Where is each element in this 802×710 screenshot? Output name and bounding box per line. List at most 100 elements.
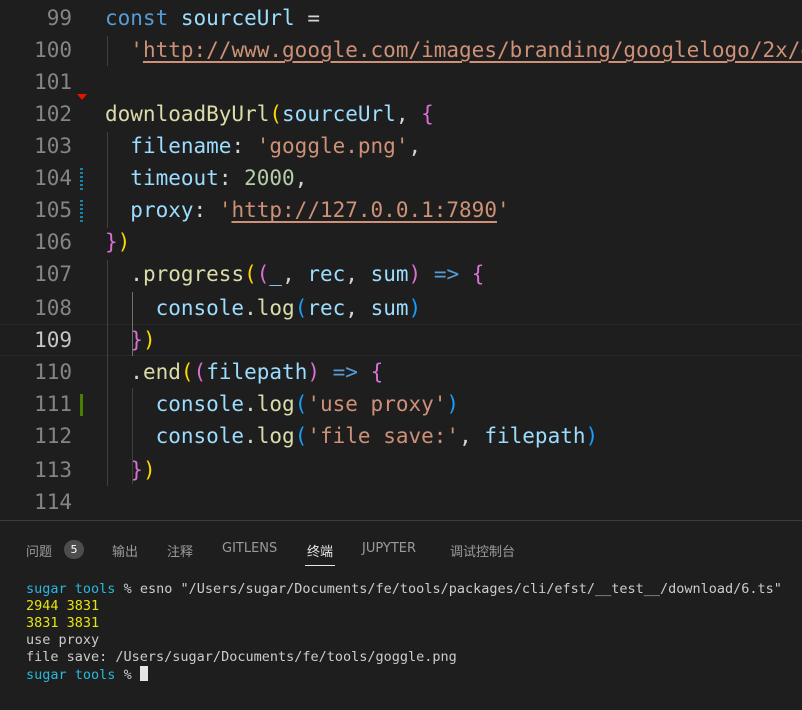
git-modified-indicator[interactable] xyxy=(80,200,83,222)
code-line[interactable]: 104 timeout: 2000, xyxy=(0,162,802,194)
code-token: ( xyxy=(180,360,194,384)
code-token: ) xyxy=(408,296,422,320)
line-number: 105 xyxy=(34,198,72,222)
code-token: sum xyxy=(370,262,409,286)
code-editor[interactable]: 99 const sourceUrl = 100 'http://www.googl… xyxy=(0,0,802,520)
tab-jupyter[interactable]: JUPYTER xyxy=(362,541,416,556)
line-number: 103 xyxy=(34,134,72,158)
tab-debug-console[interactable]: 调试控制台 xyxy=(450,541,515,560)
indent-guide-active xyxy=(132,292,133,356)
code-token: : xyxy=(218,166,245,190)
code-line[interactable]: 113 }) xyxy=(0,454,802,486)
code-line[interactable]: 111 console.log('use proxy') xyxy=(0,388,802,420)
code-token: sourceUrl xyxy=(282,102,396,126)
problems-count-badge: 5 xyxy=(64,540,84,559)
code-token: ) xyxy=(142,458,156,482)
line-number: 114 xyxy=(34,490,72,514)
code-text: }) xyxy=(105,454,156,486)
code-token: ) xyxy=(142,328,156,352)
code-token: rec xyxy=(307,296,346,320)
terminal-output-line: use proxy xyxy=(26,632,100,648)
code-line[interactable]: 101 xyxy=(0,66,802,98)
code-text: console.log(rec, sum) xyxy=(105,292,422,324)
code-token: downloadByUrl xyxy=(105,102,270,126)
line-number: 100 xyxy=(34,38,72,62)
code-token: filepath xyxy=(484,424,586,448)
indent-guide xyxy=(107,36,108,66)
indent-guide xyxy=(107,260,108,486)
code-token: { xyxy=(421,102,434,126)
code-line[interactable]: 102 downloadByUrl(sourceUrl, { xyxy=(0,98,802,130)
code-token: sourceUrl xyxy=(180,6,295,30)
code-token: ) xyxy=(307,360,320,384)
code-token: , xyxy=(408,134,422,158)
code-token: , xyxy=(282,262,308,286)
indent-guide xyxy=(132,388,133,484)
terminal-output[interactable]: sugar tools % esno "/Users/sugar/Documen… xyxy=(26,581,782,684)
code-token: sum xyxy=(370,296,409,320)
code-line[interactable]: 107 .progress((_, rec, sum) => { xyxy=(0,258,802,290)
code-line[interactable]: 110 .end((filepath) => { xyxy=(0,356,802,388)
line-number: 101 xyxy=(34,70,72,94)
code-text: console.log('use proxy') xyxy=(105,388,460,420)
git-modified-indicator[interactable] xyxy=(80,168,83,190)
code-token: ( xyxy=(193,360,207,384)
code-line[interactable]: 105 proxy: 'http://127.0.0.1:7890' xyxy=(0,194,802,226)
code-token: progress xyxy=(142,262,245,286)
code-text: proxy: 'http://127.0.0.1:7890' xyxy=(105,194,509,226)
code-text: filename: 'goggle.png', xyxy=(105,130,421,162)
panel-tabs: 问题 5 输出 注释 GITLENS 终端 JUPYTER 调试控制台 xyxy=(0,521,802,575)
line-number: 111 xyxy=(34,392,72,416)
code-token: . xyxy=(244,296,257,320)
line-number: 110 xyxy=(34,360,72,384)
code-text: downloadByUrl(sourceUrl, { xyxy=(105,98,434,130)
terminal-prompt-line[interactable]: sugar tools % xyxy=(26,666,782,684)
line-number: 112 xyxy=(34,424,72,448)
code-token: : xyxy=(231,134,257,158)
code-token: filename xyxy=(130,134,232,158)
git-added-indicator[interactable] xyxy=(80,394,83,416)
terminal-command: esno "/Users/sugar/Documents/fe/tools/pa… xyxy=(139,581,782,597)
tab-terminal[interactable]: 终端 xyxy=(307,541,333,560)
code-line[interactable]: 114 xyxy=(0,486,802,518)
code-token: console xyxy=(155,392,245,416)
code-line[interactable]: 103 filename: 'goggle.png', xyxy=(0,130,802,162)
tab-comments[interactable]: 注释 xyxy=(167,541,193,560)
code-line[interactable]: 106}) xyxy=(0,226,802,258)
code-token: log xyxy=(256,296,295,320)
line-number: 99 xyxy=(46,6,72,30)
code-token: log xyxy=(256,392,295,416)
code-token: proxy xyxy=(130,198,194,222)
code-line[interactable]: 100 'http://www.google.com/images/brandi… xyxy=(0,34,802,66)
code-line[interactable]: 112 console.log('file save:', filepath) xyxy=(0,420,802,452)
bottom-panel: 问题 5 输出 注释 GITLENS 终端 JUPYTER 调试控制台 suga… xyxy=(0,520,802,710)
code-token: 'file save:' xyxy=(307,424,460,448)
code-token: } xyxy=(105,230,118,254)
code-token: 'use proxy' xyxy=(307,392,447,416)
code-token: => xyxy=(332,360,358,384)
tab-problems[interactable]: 问题 xyxy=(26,541,52,560)
tab-gitlens[interactable]: GITLENS xyxy=(222,541,277,556)
prompt-user: sugar xyxy=(26,581,67,597)
code-token: const xyxy=(105,6,169,30)
code-token: ) xyxy=(117,230,131,254)
line-number: 113 xyxy=(34,458,72,482)
code-line[interactable]: 109 }) xyxy=(0,324,802,356)
code-token: { xyxy=(471,262,485,286)
tab-output[interactable]: 输出 xyxy=(112,541,138,560)
code-token: , xyxy=(345,262,371,286)
prompt-dir: tools xyxy=(74,667,116,683)
code-token: http://127.0.0.1:7890 xyxy=(231,198,497,222)
code-token: ( xyxy=(269,102,283,126)
code-token: , xyxy=(395,102,422,126)
code-token: rec xyxy=(307,262,346,286)
code-line[interactable]: 99 const sourceUrl = xyxy=(0,2,802,34)
code-token: ( xyxy=(294,424,308,448)
code-line[interactable]: 108 console.log(rec, sum) xyxy=(0,292,802,324)
